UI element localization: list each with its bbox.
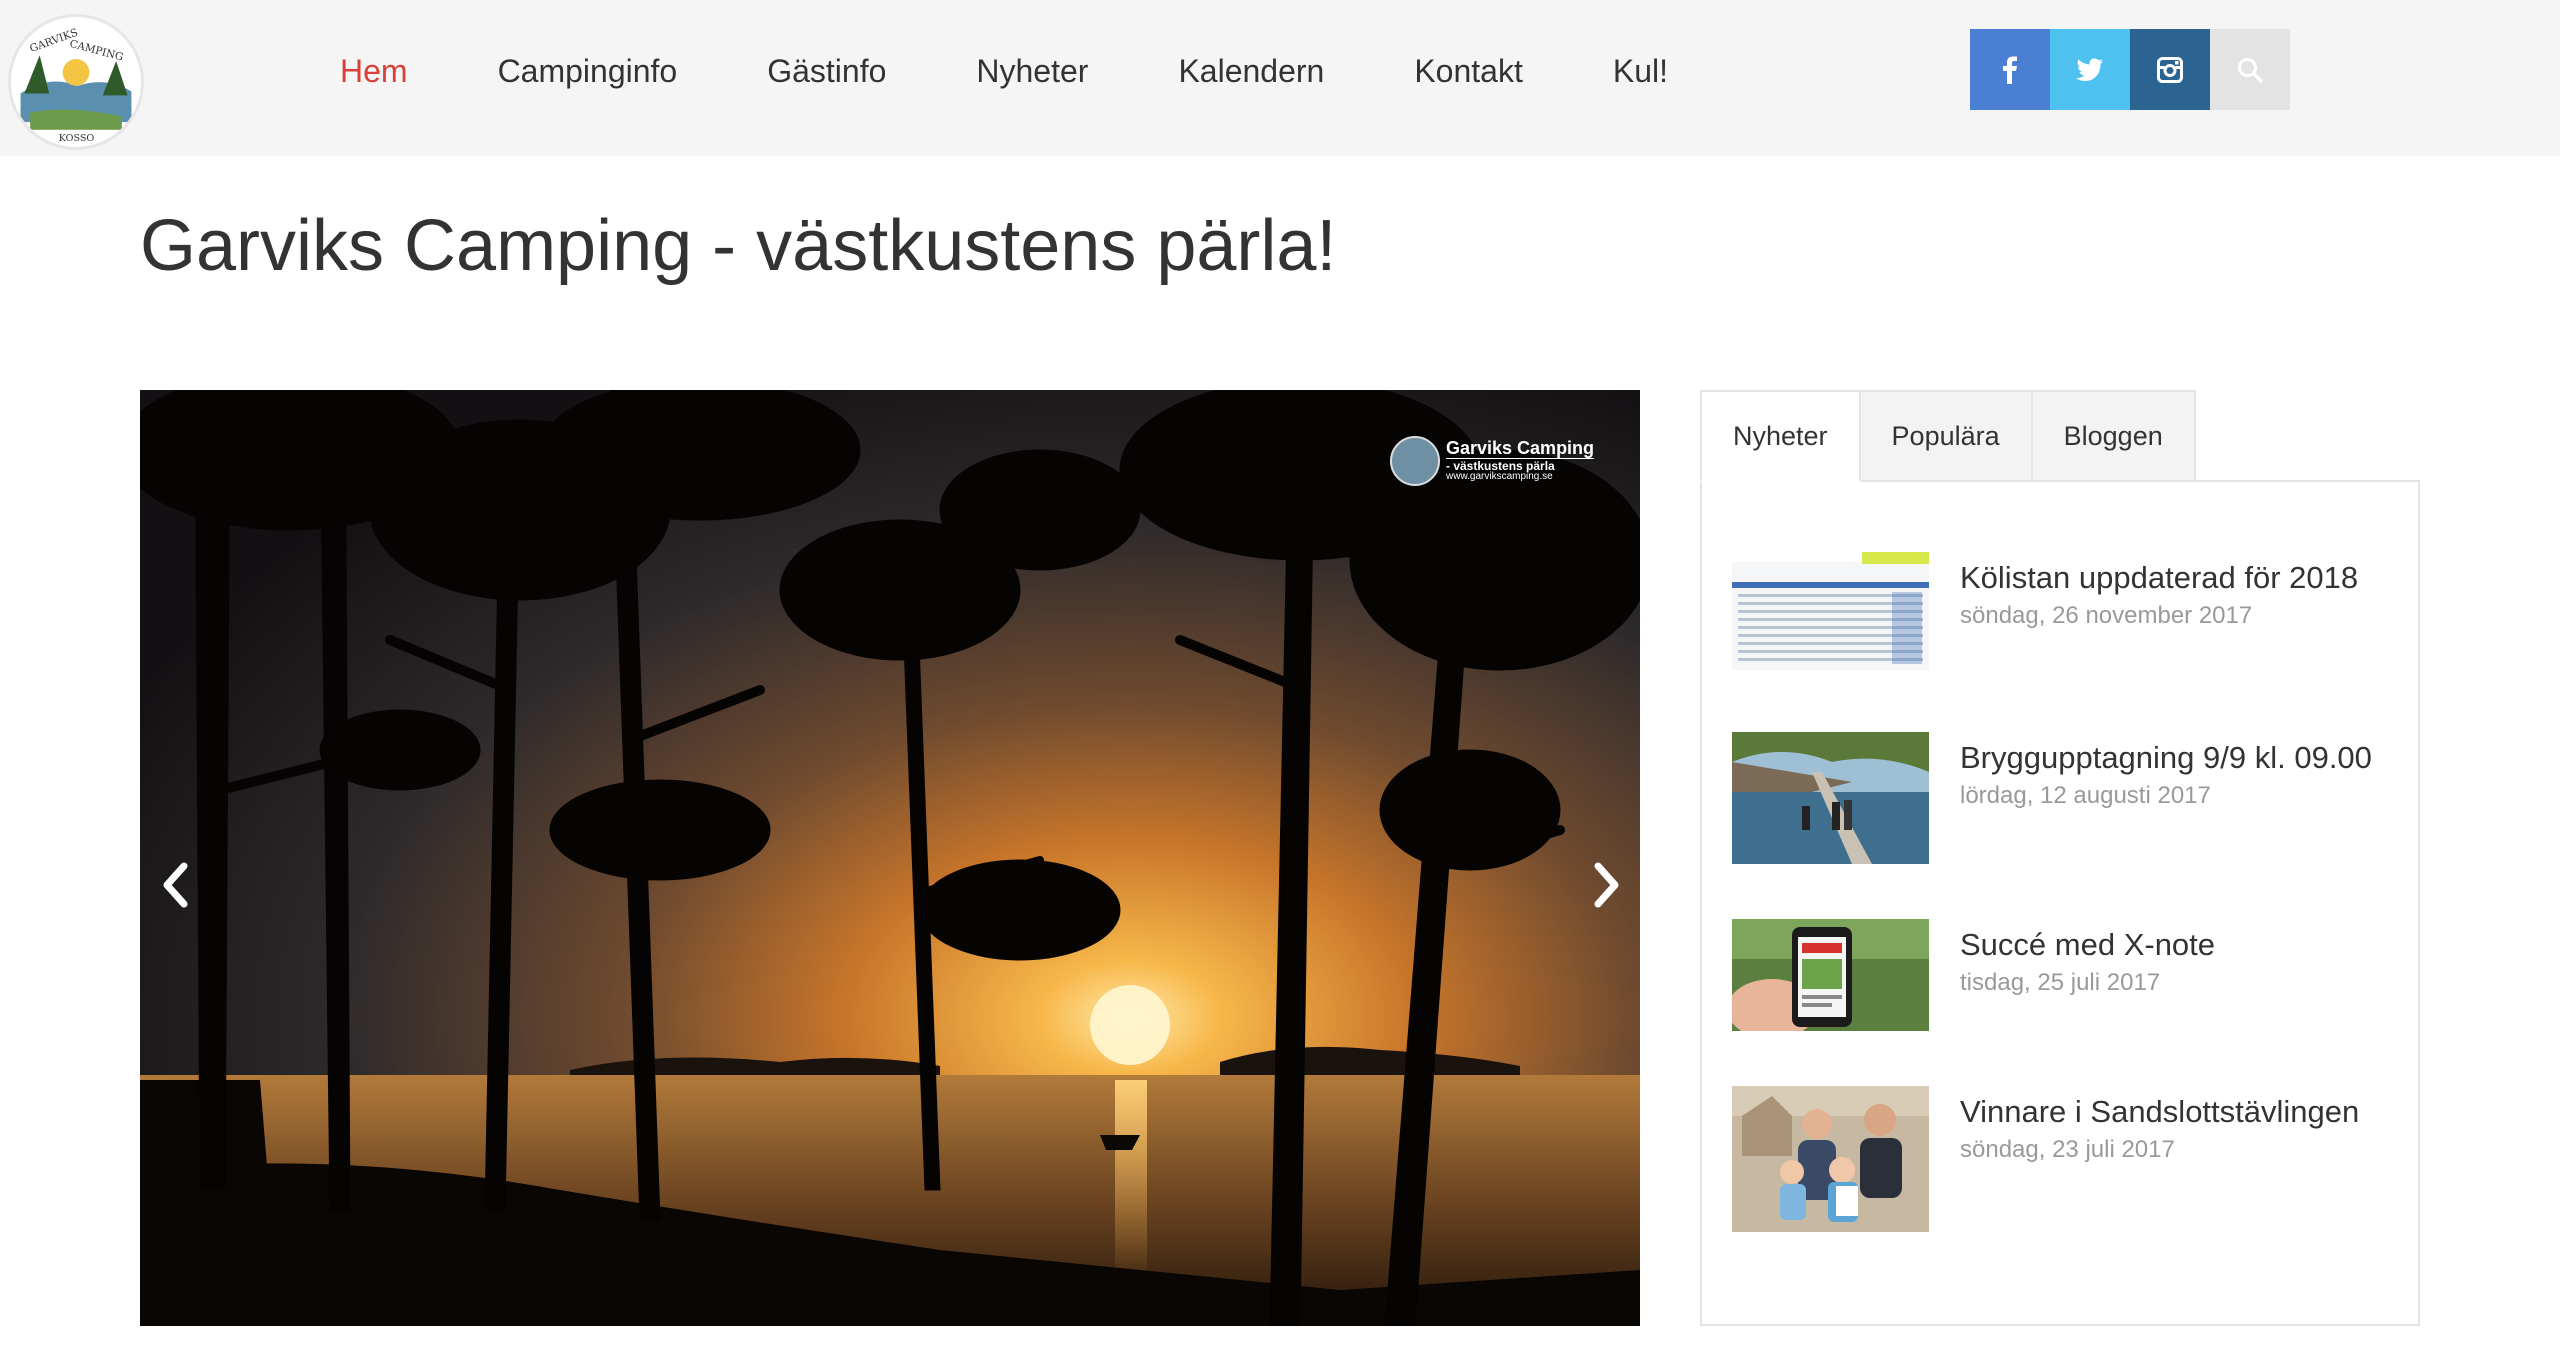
search-icon [2238, 57, 2263, 83]
news-thumbnail[interactable] [1732, 919, 1929, 1031]
main-nav: Hem Campinginfo Gästinfo Nyheter Kalende… [340, 0, 1758, 142]
news-item[interactable]: Bryggupptagning 9/9 kl. 09.00 lördag, 12… [1732, 732, 2372, 864]
image-slider[interactable]: Garviks Camping - västkustens pärla www.… [140, 390, 1640, 1326]
slider-next-button[interactable] [1577, 855, 1637, 915]
slider-prev-button[interactable] [145, 855, 205, 915]
news-thumbnail[interactable] [1732, 732, 1929, 864]
news-tabs-widget: Nyheter Populära Bloggen Kölistan uppdat… [1700, 390, 2420, 1326]
nav-nyheter[interactable]: Nyheter [976, 53, 1088, 90]
chevron-left-icon [163, 862, 188, 908]
news-date: tisdag, 25 juli 2017 [1960, 969, 2161, 996]
nav-gastinfo[interactable]: Gästinfo [767, 53, 886, 90]
news-thumbnail[interactable] [1732, 552, 1929, 670]
news-title[interactable]: Succé med X-note [1960, 927, 2215, 963]
twitter-button[interactable] [2050, 29, 2130, 110]
watermark-logo [1390, 436, 1440, 486]
news-date: lördag, 12 augusti 2017 [1960, 782, 2211, 809]
tab-nyheter[interactable]: Nyheter [1700, 390, 1861, 482]
watermark-url: www.garvikscamping.se [1446, 471, 1553, 483]
news-date: söndag, 26 november 2017 [1960, 602, 2253, 629]
nav-kontakt[interactable]: Kontakt [1414, 53, 1523, 90]
instagram-icon [2157, 56, 2183, 83]
news-title[interactable]: Bryggupptagning 9/9 kl. 09.00 [1960, 740, 2372, 776]
watermark-title: Garviks Camping [1446, 438, 1595, 458]
tab-populara[interactable]: Populära [1860, 390, 2033, 482]
news-date: söndag, 23 juli 2017 [1960, 1136, 2175, 1163]
news-item[interactable]: Kölistan uppdaterad för 2018 söndag, 26 … [1732, 552, 2358, 670]
news-item[interactable]: Vinnare i Sandslottstävlingen söndag, 23… [1732, 1086, 2359, 1232]
nav-kalendern[interactable]: Kalendern [1178, 53, 1324, 90]
nav-kul[interactable]: Kul! [1613, 53, 1668, 90]
sunset-slide-image [140, 390, 1640, 1326]
news-item[interactable]: Succé med X-note tisdag, 25 juli 2017 [1732, 919, 2215, 1031]
slide-watermark: Garviks Camping - västkustens pärla www.… [1390, 436, 1595, 486]
tab-panel-nyheter: Kölistan uppdaterad för 2018 söndag, 26 … [1700, 480, 2420, 1326]
facebook-button[interactable] [1970, 29, 2050, 110]
svg-text:KOSSO: KOSSO [59, 133, 95, 144]
site-header: GARVIKS CAMPING KOSSO Hem Campinginfo Gä… [0, 0, 2560, 156]
page-title: Garviks Camping - västkustens pärla! [140, 206, 1337, 286]
nav-campinginfo[interactable]: Campinginfo [498, 53, 678, 90]
twitter-icon [2076, 58, 2103, 81]
news-title[interactable]: Vinnare i Sandslottstävlingen [1960, 1094, 2359, 1130]
tab-bloggen[interactable]: Bloggen [2032, 390, 2196, 482]
facebook-icon [2003, 56, 2017, 84]
search-button[interactable] [2210, 29, 2290, 110]
site-logo[interactable]: GARVIKS CAMPING KOSSO [8, 14, 144, 150]
news-title[interactable]: Kölistan uppdaterad för 2018 [1960, 560, 2358, 596]
tab-bar: Nyheter Populära Bloggen [1700, 390, 2196, 482]
watermark-subtitle: - västkustens pärla [1446, 457, 1595, 473]
nav-hem[interactable]: Hem [340, 53, 408, 90]
chevron-right-icon [1594, 862, 1619, 908]
instagram-button[interactable] [2130, 29, 2210, 110]
news-thumbnail[interactable] [1732, 1086, 1929, 1232]
social-links [1970, 29, 2290, 110]
